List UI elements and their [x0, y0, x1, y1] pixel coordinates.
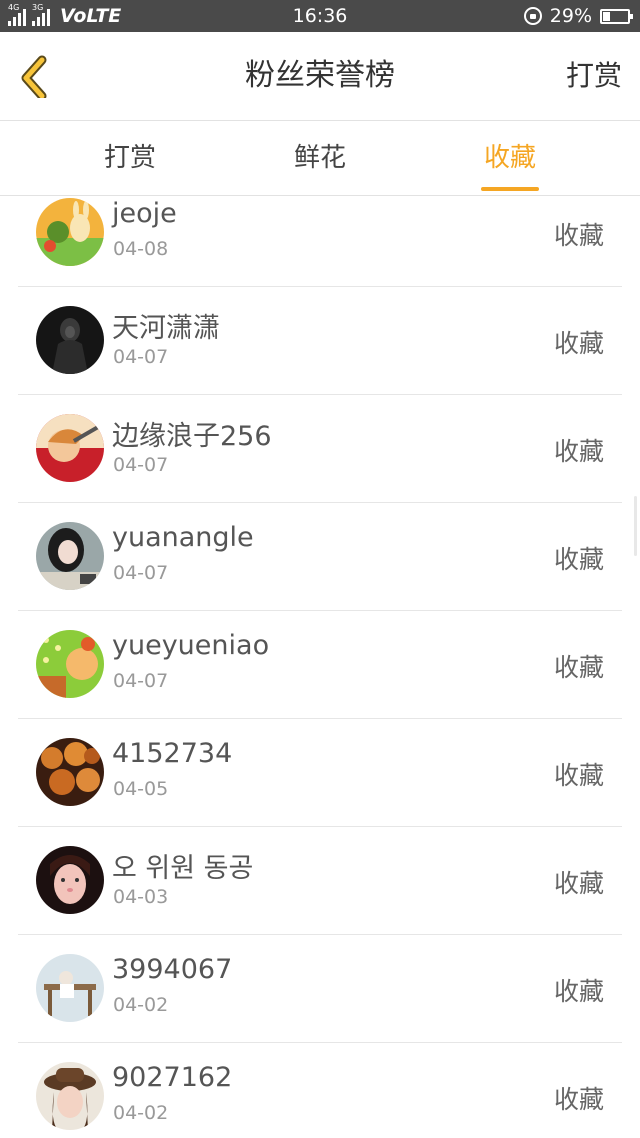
user-name: 오 위원 동공: [112, 853, 254, 884]
list-item[interactable]: 天河潇潇 04-07 收藏: [18, 286, 622, 395]
favorite-label: 收藏: [553, 869, 604, 898]
app-header: 粉丝荣誉榜 打赏: [0, 32, 640, 121]
tab-reward[interactable]: 打赏: [50, 121, 210, 195]
tab-label: 鲜花: [293, 143, 346, 173]
favorite-label: 收藏: [553, 1085, 604, 1114]
tab-flowers[interactable]: 鲜花: [240, 121, 400, 195]
status-icons: 29%: [523, 0, 633, 32]
date: 04-07: [113, 346, 169, 368]
list-item[interactable]: 4152734 04-05 收藏: [18, 718, 622, 827]
date: 04-02: [113, 994, 169, 1016]
avatar[interactable]: [36, 414, 104, 482]
avatar[interactable]: [36, 954, 104, 1022]
tab-label: 打赏: [103, 143, 156, 173]
scrollbar[interactable]: [634, 496, 637, 556]
user-name: 9027162: [112, 1062, 233, 1093]
page-title: 粉丝荣誉榜: [245, 58, 395, 93]
date: 04-07: [113, 454, 169, 476]
user-name: yuanangle: [112, 522, 254, 553]
avatar[interactable]: [36, 846, 104, 914]
date: 04-08: [113, 238, 169, 260]
status-bar: 4G 3G VoLTE 16:36 29%: [0, 0, 640, 32]
user-name: 天河潇潇: [112, 313, 220, 344]
user-name: 边缘浪子256: [112, 421, 272, 452]
list-item[interactable]: 9027162 04-02 收藏: [18, 1042, 622, 1138]
battery-fill: [603, 11, 610, 21]
date: 04-03: [113, 886, 169, 908]
avatar[interactable]: [36, 198, 104, 266]
favorite-label: 收藏: [553, 977, 604, 1006]
favorite-label: 收藏: [553, 437, 604, 466]
favorite-label: 收藏: [553, 653, 604, 682]
tab-label: 收藏: [483, 143, 536, 173]
date: 04-07: [113, 670, 169, 692]
date: 04-02: [113, 1102, 169, 1124]
list-item[interactable]: 3994067 04-02 收藏: [18, 934, 622, 1043]
list-item[interactable]: jeoje 04-08 收藏: [18, 196, 622, 287]
user-name: yueyueniao: [112, 630, 270, 661]
tab-underline: [481, 187, 539, 191]
list-item[interactable]: yueyueniao 04-07 收藏: [18, 610, 622, 719]
battery-percent: 29%: [549, 5, 592, 27]
tab-bar: 打赏 鲜花 收藏: [0, 121, 640, 196]
favorite-label: 收藏: [553, 545, 604, 574]
list-item[interactable]: yuanangle 04-07 收藏: [18, 502, 622, 611]
favorite-label: 收藏: [553, 761, 604, 790]
favorite-label: 收藏: [553, 221, 604, 250]
list-item[interactable]: 오 위원 동공 04-03 收藏: [18, 826, 622, 935]
rotation-lock-icon: [523, 7, 542, 25]
battery-icon: [600, 8, 633, 24]
list-item[interactable]: 边缘浪子256 04-07 收藏: [18, 394, 622, 503]
date: 04-07: [113, 562, 169, 584]
avatar[interactable]: [36, 1062, 104, 1130]
avatar[interactable]: [36, 306, 104, 374]
user-name: 3994067: [112, 954, 233, 985]
avatar[interactable]: [36, 738, 104, 806]
reward-header-button[interactable]: 打赏: [566, 32, 622, 120]
user-name: jeoje: [112, 198, 177, 229]
date: 04-05: [113, 778, 169, 800]
tab-favorites[interactable]: 收藏: [430, 121, 590, 195]
avatar[interactable]: [36, 630, 104, 698]
user-name: 4152734: [112, 738, 233, 769]
avatar[interactable]: [36, 522, 104, 590]
fan-list[interactable]: jeoje 04-08 收藏 天河潇潇 04-07 收藏 边缘浪子256 04-…: [0, 196, 640, 1138]
favorite-label: 收藏: [553, 329, 604, 358]
